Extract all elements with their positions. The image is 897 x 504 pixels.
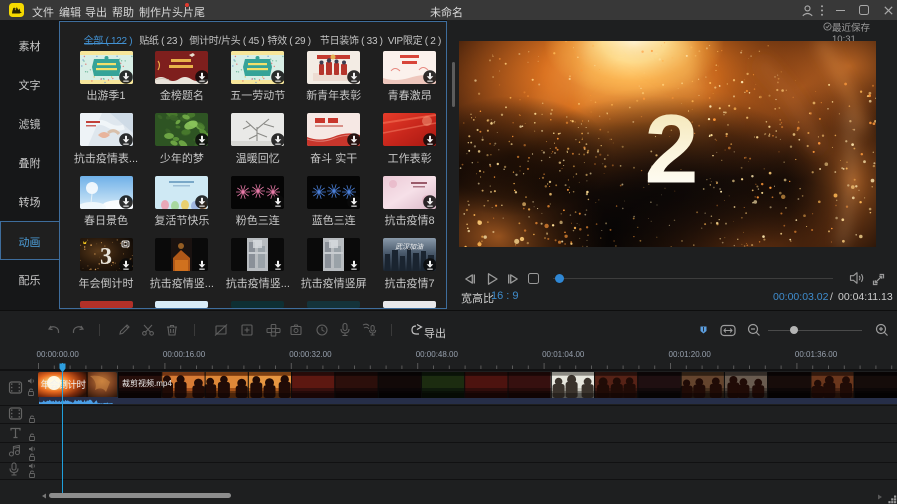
svg-text:3: 3 [100,244,112,270]
svg-text:年会倒计时: 年会倒计时 [41,379,87,391]
svg-text:武汉加油: 武汉加油 [395,243,424,251]
svg-text:2: 2 [645,95,699,204]
svg-text:裁剪视频.mp4: 裁剪视频.mp4 [122,378,172,388]
